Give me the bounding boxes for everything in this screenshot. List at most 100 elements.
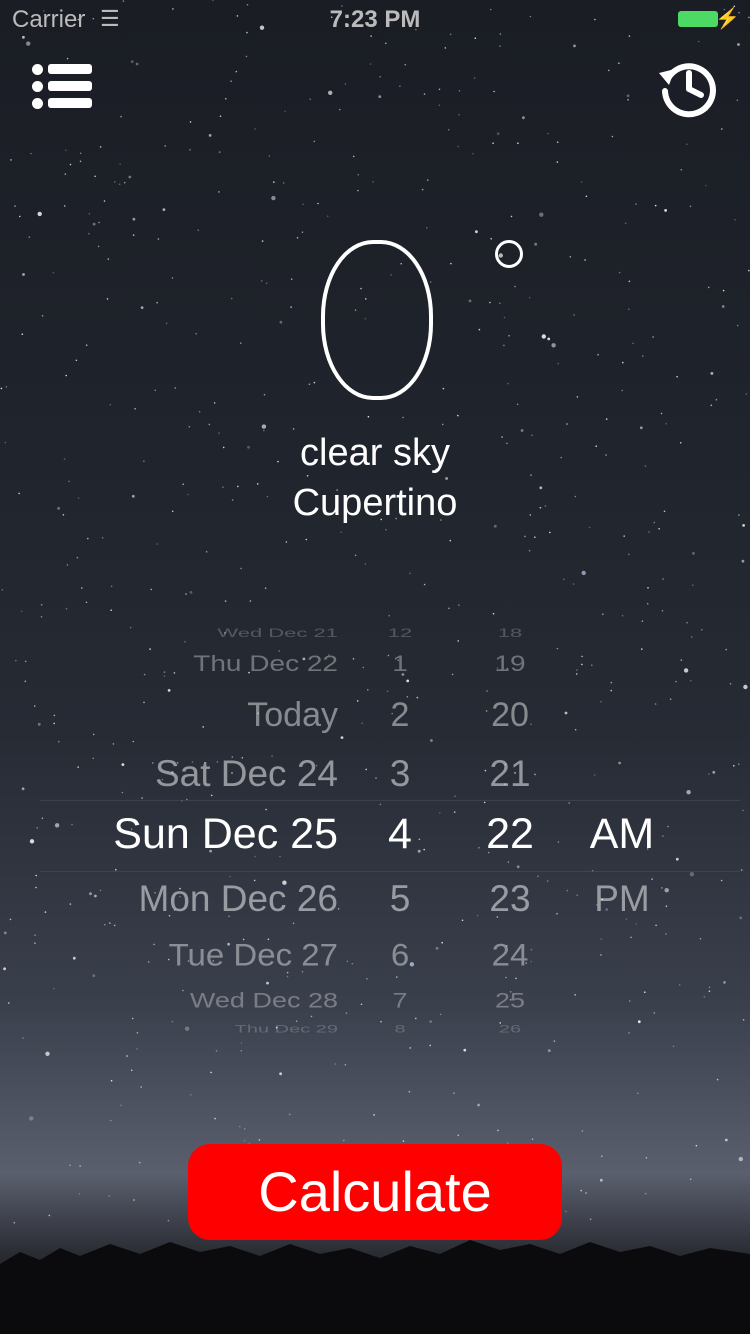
star [37,211,42,217]
star [235,70,238,73]
star [85,601,88,604]
star [123,181,126,184]
star [69,163,72,166]
star [692,552,695,555]
star [264,587,267,589]
star [101,537,104,539]
star [215,1050,218,1052]
history-icon[interactable] [655,55,721,121]
star [724,1138,728,1142]
star [218,151,221,153]
picker-row[interactable]: Sat Dec 24 [155,753,338,795]
picker-row[interactable]: 25 [470,988,550,1013]
picker-row[interactable]: Tue Dec 27 [169,937,338,973]
star [499,45,501,47]
star [438,88,441,91]
picker-row[interactable]: PM [580,878,664,920]
picker-row[interactable]: Mon Dec 26 [139,878,339,920]
star [385,528,387,531]
star [695,1144,698,1147]
star [140,306,144,309]
picker-row-selected[interactable]: Sun Dec 25 [113,810,338,859]
picker-row[interactable]: Wed Dec 28 [190,988,338,1013]
picker-row[interactable]: Wed Dec 21 [217,626,338,640]
star [493,524,497,528]
picker-row[interactable]: 24 [470,937,550,973]
star [409,572,411,575]
star [497,1129,499,1132]
star [150,588,153,591]
star [188,426,191,428]
picker-row[interactable]: 1 [360,651,440,677]
star [741,559,745,563]
picker-minute-column[interactable]: 18 19 20 21 22 23 24 25 26 [470,620,550,1050]
star [52,272,55,274]
star [130,1069,133,1072]
star [503,316,506,319]
star [69,1164,71,1166]
star [65,374,67,377]
star [292,428,295,430]
star [442,387,445,390]
picker-row[interactable]: 8 [360,1023,440,1036]
picker-row-selected[interactable]: 4 [360,810,440,859]
star [734,218,736,221]
picker-hour-column[interactable]: 12 1 2 3 4 5 6 7 8 [360,620,440,1050]
picker-row-selected[interactable]: AM [580,810,664,859]
star [198,410,201,413]
picker-row[interactable]: Thu Dec 22 [193,651,338,677]
picker-row[interactable]: 5 [360,878,440,920]
picker-row-selected[interactable]: 22 [470,810,550,859]
date-time-picker[interactable]: Wed Dec 21 Thu Dec 22 Today Sat Dec 24 S… [0,620,750,1050]
picker-row[interactable]: 18 [470,626,550,640]
picker-row[interactable]: Thu Dec 29 [235,1023,338,1036]
picker-row[interactable]: Today [247,696,338,735]
list-icon[interactable] [30,62,94,112]
star [493,90,495,93]
star [224,600,227,602]
picker-row[interactable]: 2 [360,696,440,735]
star [63,205,66,207]
star [367,415,370,418]
star [448,607,450,610]
star [541,334,546,339]
star [120,115,122,118]
star [510,215,513,218]
star [647,587,649,589]
star [388,614,391,617]
picker-row[interactable]: 19 [470,651,550,677]
star [514,285,516,288]
star [317,202,319,205]
picker-date-column[interactable]: Wed Dec 21 Thu Dec 22 Today Sat Dec 24 S… [0,620,338,1050]
picker-row[interactable]: 3 [360,753,440,795]
star [208,134,212,137]
star [738,1156,743,1162]
star [453,1092,455,1094]
star [66,57,69,60]
star [240,1050,243,1052]
picker-row[interactable]: 21 [470,753,550,795]
star [565,1210,567,1213]
star [426,227,428,229]
star [357,189,359,192]
star [110,1079,113,1082]
star [78,1193,81,1195]
weather-condition: clear sky [300,432,450,474]
picker-row[interactable]: 23 [470,878,550,920]
star [19,215,21,218]
picker-row[interactable]: 6 [360,937,440,973]
picker-row[interactable]: 26 [470,1023,550,1036]
picker-row[interactable]: 12 [360,626,440,640]
star [573,44,576,48]
star [618,271,621,274]
star [608,69,610,72]
star [473,77,476,79]
star [120,1104,122,1107]
calculate-button[interactable]: Calculate [188,1144,562,1240]
picker-ampm-column[interactable]: AM PM [580,620,664,1050]
picker-row[interactable]: 7 [360,988,440,1013]
picker-row[interactable]: 20 [470,696,550,735]
star [210,1071,212,1074]
star [621,614,624,617]
star [79,160,82,163]
